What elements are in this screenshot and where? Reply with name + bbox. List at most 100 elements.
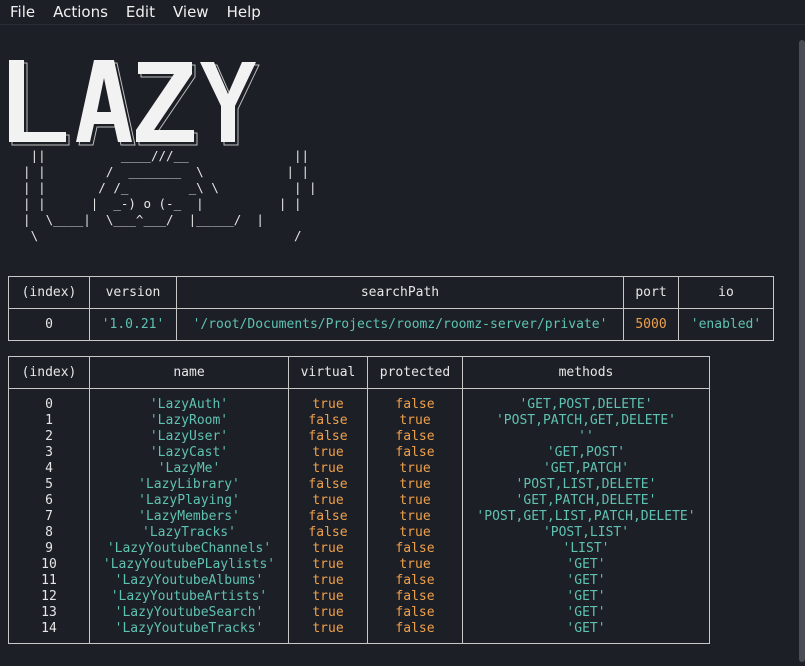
row-name-cell: 'LazyYoutubeChannels'	[106, 541, 272, 556]
row-protected-cell: true	[399, 557, 431, 572]
row-virtual-cell: true	[312, 461, 344, 476]
row-virtual-cell: false	[308, 477, 348, 492]
cell-searchpath: '/root/Documents/Projects/roomz/roomz-se…	[176, 308, 624, 341]
row-methods-cell: 'GET'	[566, 621, 606, 636]
server-info-table: (index) version searchPath port io 0 '1.…	[8, 276, 774, 341]
row-virtual-cell: true	[312, 397, 344, 412]
virtual-column: true false false true true false true false fals…	[288, 388, 368, 644]
row-virtual-cell: true	[312, 605, 344, 620]
row-index-cell: 5	[45, 477, 53, 492]
row-index-cell: 1	[45, 413, 53, 428]
row-index-cell: 11	[41, 573, 57, 588]
row-protected-cell: false	[395, 605, 435, 620]
row-name-cell: 'LazyCast'	[149, 445, 229, 460]
row-methods-cell: 'POST,PATCH,GET,DELETE'	[495, 413, 676, 428]
row-methods-cell: 'GET,PATCH,DELETE'	[515, 493, 657, 508]
row-methods-cell: 'GET'	[566, 589, 606, 604]
row-protected-cell: false	[395, 397, 435, 412]
row-virtual-cell: true	[312, 445, 344, 460]
row-index-cell: 13	[41, 605, 57, 620]
menu-actions[interactable]: Actions	[43, 3, 116, 21]
row-protected-cell: true	[399, 413, 431, 428]
row-protected-cell: true	[399, 493, 431, 508]
vertical-scrollbar[interactable]	[799, 40, 805, 662]
row-protected-cell: false	[395, 621, 435, 636]
row-name-cell: 'LazyAuth'	[149, 397, 229, 412]
cell-port: 5000	[623, 308, 679, 341]
row-methods-cell: ''	[578, 429, 594, 444]
row-virtual-cell: true	[312, 557, 344, 572]
table-row: 0 '1.0.21' '/root/Documents/Projects/roo…	[8, 308, 774, 341]
row-methods-cell: 'LIST'	[562, 541, 610, 556]
col-header-io: io	[678, 276, 774, 309]
menu-bar: File Actions Edit View Help	[0, 0, 805, 25]
methods-column: 'GET,POST,DELETE' 'POST,PATCH,GET,DELETE'…	[462, 388, 710, 644]
row-index-cell: 3	[45, 445, 53, 460]
row-virtual-cell: true	[312, 589, 344, 604]
name-column: 'LazyAuth' 'LazyRoom' 'LazyUser' 'LazyCast'…	[89, 388, 289, 644]
row-name-cell: 'LazyYoutubeAlbums'	[114, 573, 264, 588]
col-header-version: version	[89, 276, 177, 309]
menu-file[interactable]: File	[0, 3, 43, 21]
table-header-row: (index) version searchPath port io	[8, 276, 774, 309]
cell-version: '1.0.21'	[89, 308, 177, 341]
row-virtual-cell: false	[308, 509, 348, 524]
row-name-cell: 'LazyPlaying'	[138, 493, 240, 508]
row-name-cell: 'LazyTracks'	[142, 525, 236, 540]
col-header-protected: protected	[367, 356, 463, 389]
row-methods-cell: 'GET,POST'	[546, 445, 626, 460]
row-virtual-cell: true	[312, 621, 344, 636]
row-methods-cell: 'GET'	[566, 557, 606, 572]
col-header-methods: methods	[462, 356, 710, 389]
table-body-row: 0 1 2 3 4 5 6 7 8 9 10 11 12 13 14 'LazyAuth' 'LazyRoom…	[8, 388, 710, 644]
row-methods-cell: 'GET,POST,DELETE'	[519, 397, 653, 412]
menu-edit[interactable]: Edit	[116, 3, 163, 21]
row-methods-cell: 'POST,GET,LIST,PATCH,DELETE'	[476, 509, 696, 524]
lazy-logo	[9, 60, 260, 146]
ascii-art: || ____///__ || | | / _______ \ | | | | …	[23, 148, 317, 243]
row-index-cell: 8	[45, 525, 53, 540]
row-index-cell: 2	[45, 429, 53, 444]
index-column: 0 1 2 3 4 5 6 7 8 9 10 11 12 13 14	[8, 388, 90, 644]
cell-io: 'enabled'	[678, 308, 774, 341]
col-header-index: (index)	[8, 356, 90, 389]
row-virtual-cell: false	[308, 429, 348, 444]
row-protected-cell: true	[399, 509, 431, 524]
row-index-cell: 10	[41, 557, 57, 572]
row-name-cell: 'LazyMe'	[157, 461, 221, 476]
row-name-cell: 'LazyUser'	[149, 429, 229, 444]
col-header-index: (index)	[8, 276, 90, 309]
menu-help[interactable]: Help	[217, 3, 269, 21]
cell-index: 0	[8, 308, 90, 341]
row-virtual-cell: true	[312, 541, 344, 556]
row-protected-cell: true	[399, 525, 431, 540]
row-protected-cell: true	[399, 461, 431, 476]
row-methods-cell: 'GET'	[566, 605, 606, 620]
row-name-cell: 'LazyLibrary'	[138, 477, 240, 492]
row-virtual-cell: false	[308, 413, 348, 428]
row-name-cell: 'LazyYoutubeTracks'	[114, 621, 264, 636]
row-index-cell: 7	[45, 509, 53, 524]
row-index-cell: 14	[41, 621, 57, 636]
row-methods-cell: 'POST,LIST,DELETE'	[515, 477, 657, 492]
row-name-cell: 'LazyMembers'	[138, 509, 240, 524]
col-header-virtual: virtual	[288, 356, 368, 389]
row-index-cell: 0	[45, 397, 53, 412]
row-virtual-cell: true	[312, 573, 344, 588]
col-header-name: name	[89, 356, 289, 389]
row-virtual-cell: false	[308, 525, 348, 540]
table-header-row: (index) name virtual protected methods	[8, 356, 710, 389]
row-protected-cell: true	[399, 477, 431, 492]
col-header-searchpath: searchPath	[176, 276, 624, 309]
row-index-cell: 9	[45, 541, 53, 556]
row-name-cell: 'LazyYoutubeSearch'	[114, 605, 264, 620]
row-virtual-cell: true	[312, 493, 344, 508]
row-index-cell: 12	[41, 589, 57, 604]
row-protected-cell: false	[395, 589, 435, 604]
row-methods-cell: 'GET,PATCH'	[542, 461, 630, 476]
menu-view[interactable]: View	[163, 3, 217, 21]
routes-table: (index) name virtual protected methods 0…	[8, 356, 710, 644]
row-name-cell: 'LazyYoutubeArtists'	[110, 589, 268, 604]
row-name-cell: 'LazyYoutubePLaylists'	[102, 557, 276, 572]
protected-column: false true false false true true true true true f…	[367, 388, 463, 644]
